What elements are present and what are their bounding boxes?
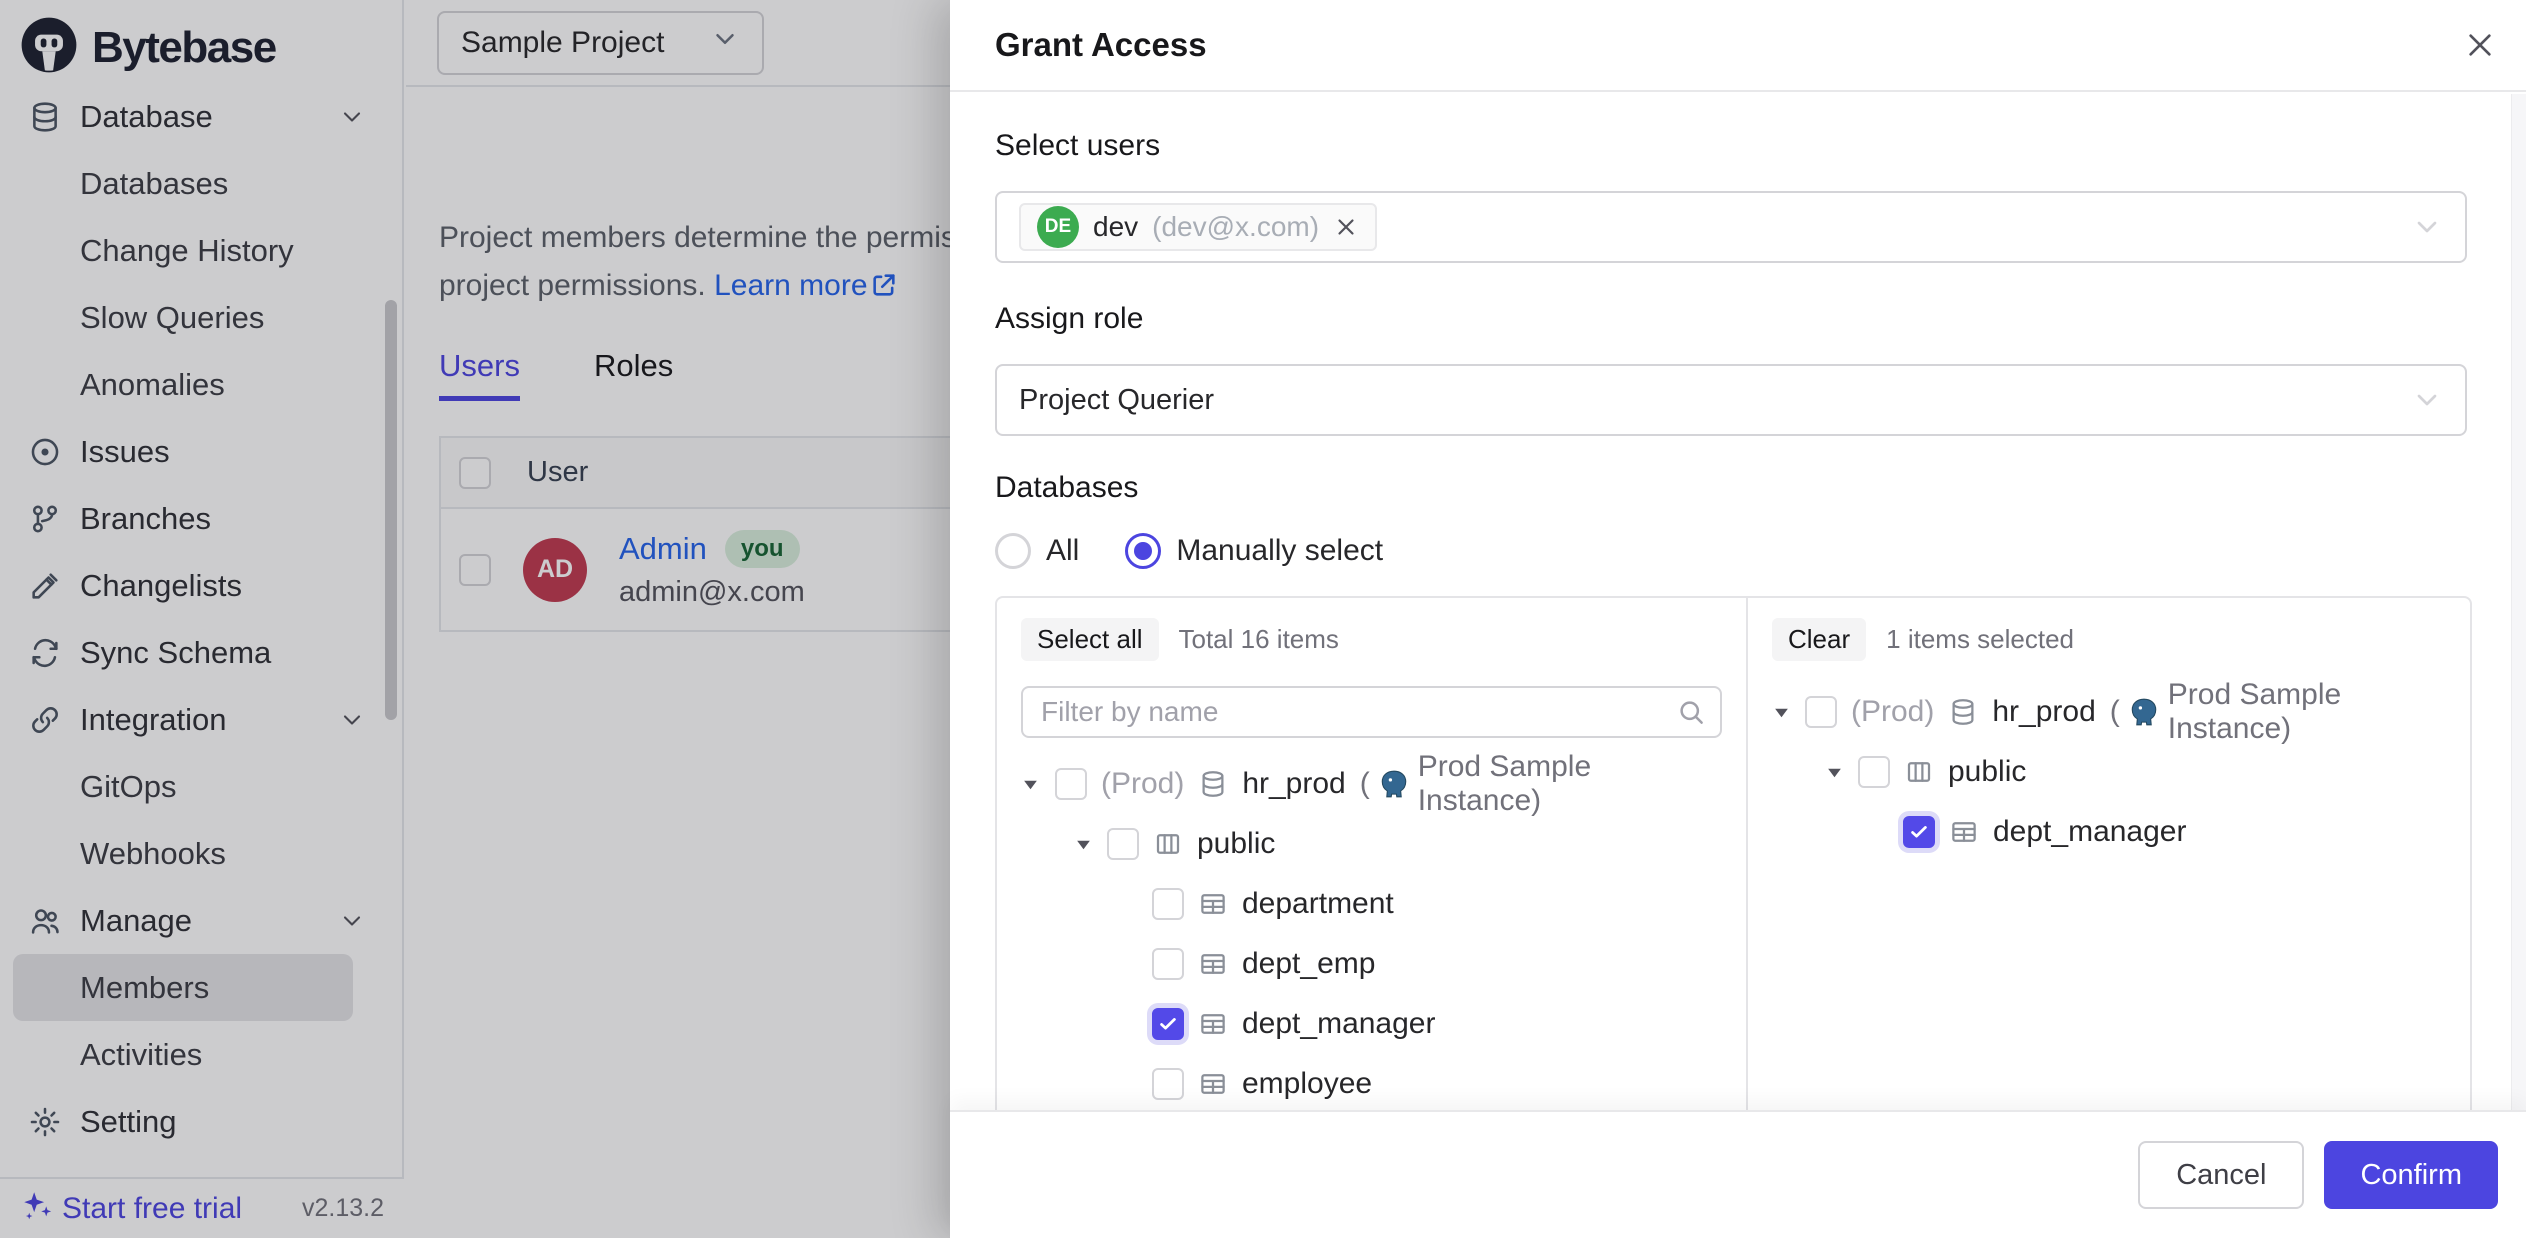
bytebase-app: Bytebase Database Databases Change Histo… (0, 0, 2526, 1238)
modal-footer: Cancel Confirm (950, 1110, 2526, 1238)
table-icon (1198, 1069, 1228, 1099)
selected-databases-pane: Clear 1 items selected (Prod) hr_prod (P… (1748, 598, 2470, 1110)
search-icon (1676, 697, 1706, 727)
selected-count: 1 items selected (1886, 624, 2074, 655)
instance-label: (Prod Sample Instance) (1360, 750, 1722, 818)
radio-all[interactable]: All (995, 533, 1079, 569)
filter-field (1021, 686, 1722, 738)
caret-down-icon[interactable] (1073, 835, 1093, 854)
table-icon (1949, 817, 1979, 847)
users-select[interactable]: DE dev (dev@x.com) (995, 191, 2467, 263)
postgresql-icon (1378, 768, 1410, 800)
table-icon (1198, 1009, 1228, 1039)
node-name: public (1948, 755, 2026, 789)
node-name: department (1242, 887, 1394, 921)
total-count: Total 16 items (1179, 624, 1339, 655)
role-value: Project Querier (1019, 384, 1214, 417)
modal-backdrop[interactable] (0, 0, 950, 1238)
database-tree-right: (Prod) hr_prod (Prod Sample Instance) pu… (1772, 682, 2446, 862)
tree-row-dept-manager[interactable]: dept_manager (1021, 994, 1722, 1054)
tree-row-dept-manager[interactable]: dept_manager (1772, 802, 2446, 862)
caret-down-icon[interactable] (1772, 703, 1791, 722)
close-icon[interactable] (2464, 29, 2496, 61)
caret-down-icon[interactable] (1824, 763, 1844, 782)
modal-header: Grant Access (950, 0, 2526, 92)
node-name: public (1197, 827, 1275, 861)
node-name: dept_manager (1242, 1007, 1435, 1041)
environment-label: (Prod) (1851, 695, 1934, 729)
tree-row-hr-prod[interactable]: (Prod) hr_prod (Prod Sample Instance) (1772, 682, 2446, 742)
node-name: dept_emp (1242, 947, 1375, 981)
database-transfer: Select all Total 16 items (Prod) hr_prod (995, 596, 2472, 1110)
avatar: DE (1037, 206, 1079, 248)
checkbox[interactable] (1055, 768, 1087, 800)
chevron-down-icon (2411, 384, 2443, 416)
checkbox[interactable] (1858, 756, 1890, 788)
grant-access-modal: Grant Access Select users DE dev (dev@x.… (950, 0, 2526, 1238)
modal-scrollbar[interactable] (2511, 94, 2526, 1110)
chevron-down-icon (2411, 211, 2443, 243)
clear-button[interactable]: Clear (1772, 618, 1866, 661)
confirm-button[interactable]: Confirm (2324, 1141, 2498, 1209)
database-icon (1198, 769, 1228, 799)
role-select[interactable]: Project Querier (995, 364, 2467, 436)
tree-row-public[interactable]: public (1772, 742, 2446, 802)
caret-down-icon[interactable] (1021, 775, 1041, 794)
node-name: hr_prod (1242, 767, 1345, 801)
tree-row-employee[interactable]: employee (1021, 1054, 1722, 1110)
database-scope-radios: All Manually select (995, 533, 2467, 569)
tree-row-department[interactable]: department (1021, 874, 1722, 934)
schema-icon (1153, 829, 1183, 859)
tree-row-public[interactable]: public (1021, 814, 1722, 874)
assign-role-label: Assign role (995, 301, 2467, 337)
database-icon (1948, 697, 1978, 727)
filter-input[interactable] (1021, 686, 1722, 738)
checkbox[interactable] (1805, 696, 1837, 728)
radio-manually-select[interactable]: Manually select (1125, 533, 1383, 569)
tree-row-hr-prod[interactable]: (Prod) hr_prod (Prod Sample Instance) (1021, 754, 1722, 814)
radio-circle[interactable] (1125, 533, 1161, 569)
radio-circle[interactable] (995, 533, 1031, 569)
databases-label: Databases (995, 470, 2467, 506)
checkbox[interactable] (1107, 828, 1139, 860)
checkbox[interactable] (1152, 888, 1184, 920)
modal-title: Grant Access (995, 26, 1207, 64)
checkbox[interactable] (1152, 948, 1184, 980)
table-icon (1198, 889, 1228, 919)
checkbox[interactable] (1152, 1068, 1184, 1100)
table-icon (1198, 949, 1228, 979)
modal-body: Select users DE dev (dev@x.com) Assign r… (950, 94, 2512, 1110)
environment-label: (Prod) (1101, 767, 1184, 801)
node-name: hr_prod (1992, 695, 2095, 729)
available-databases-pane: Select all Total 16 items (Prod) hr_prod (997, 598, 1748, 1110)
postgresql-icon (2128, 696, 2160, 728)
schema-icon (1904, 757, 1934, 787)
database-tree-left: (Prod) hr_prod (Prod Sample Instance) pu… (1021, 754, 1722, 1110)
select-users-label: Select users (995, 128, 2467, 164)
remove-user-icon[interactable] (1333, 214, 1359, 240)
checkbox[interactable] (1903, 816, 1935, 848)
checkbox[interactable] (1152, 1008, 1184, 1040)
cancel-button[interactable]: Cancel (2138, 1141, 2304, 1209)
tree-row-dept-emp[interactable]: dept_emp (1021, 934, 1722, 994)
instance-label: (Prod Sample Instance) (2110, 678, 2446, 746)
selected-user-chip: DE dev (dev@x.com) (1019, 203, 1377, 251)
select-all-button[interactable]: Select all (1021, 618, 1159, 661)
node-name: dept_manager (1993, 815, 2186, 849)
node-name: employee (1242, 1067, 1372, 1101)
